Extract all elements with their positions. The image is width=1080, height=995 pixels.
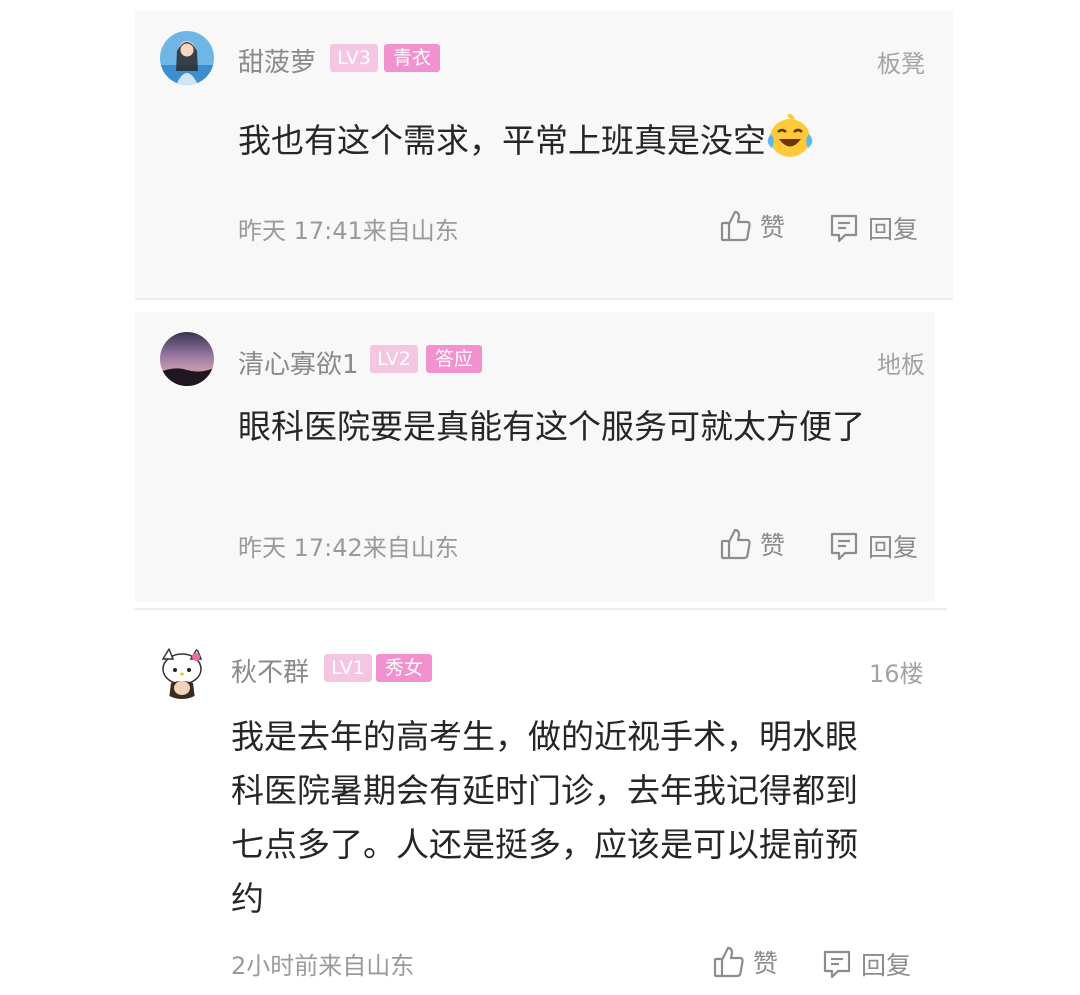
reply-button[interactable]: 回复 bbox=[828, 528, 918, 564]
floor-label: 板凳 bbox=[877, 50, 925, 78]
comment-text: 眼科医院要是真能有这个服务可就太方便了 bbox=[238, 407, 865, 446]
floor-label: 16楼 bbox=[869, 660, 924, 688]
reply-button[interactable]: 回复 bbox=[828, 210, 918, 246]
comment-divider bbox=[135, 298, 953, 300]
username[interactable]: 秋不群 bbox=[231, 652, 309, 689]
reply-label: 回复 bbox=[868, 215, 919, 244]
thumbs-up-icon bbox=[720, 528, 751, 560]
comment-timestamp: 昨天 17:41来自山东 bbox=[238, 217, 459, 245]
comment-bubble-icon bbox=[830, 532, 858, 561]
like-label: 赞 bbox=[753, 949, 779, 978]
comment-timestamp: 2小时前来自山东 bbox=[231, 952, 415, 980]
like-label: 赞 bbox=[760, 213, 786, 242]
title-badge: 答应 bbox=[426, 345, 482, 373]
reply-button[interactable]: 回复 bbox=[821, 946, 911, 982]
user-avatar[interactable] bbox=[155, 645, 209, 699]
level-badge: LV2 bbox=[370, 345, 418, 373]
reply-label: 回复 bbox=[861, 951, 912, 980]
like-label: 赞 bbox=[760, 531, 786, 560]
thumbs-up-icon bbox=[720, 210, 751, 242]
like-button[interactable]: 赞 bbox=[720, 208, 785, 244]
level-badge: LV1 bbox=[324, 654, 372, 682]
user-avatar[interactable] bbox=[160, 31, 214, 85]
username[interactable]: 清心寡欲1 bbox=[238, 344, 359, 381]
floor-label: 地板 bbox=[877, 351, 925, 379]
comment-timestamp: 昨天 17:42来自山东 bbox=[238, 534, 459, 562]
comment-bubble-icon bbox=[830, 214, 858, 243]
level-badge: LV3 bbox=[330, 44, 378, 72]
comment-text-content: 我也有这个需求，平常上班真是没空 bbox=[238, 121, 766, 160]
laughing-crying-emoji-icon bbox=[766, 113, 814, 176]
comment-bubble-icon bbox=[823, 950, 851, 979]
title-badge: 青衣 bbox=[384, 44, 440, 72]
comment-divider bbox=[135, 608, 947, 610]
reply-label: 回复 bbox=[868, 533, 919, 562]
title-badge: 秀女 bbox=[376, 654, 432, 682]
comment-text: 我也有这个需求，平常上班真是没空 bbox=[238, 113, 878, 176]
like-button[interactable]: 赞 bbox=[713, 944, 778, 980]
comment-text: 我是去年的高考生，做的近视手术，明水眼科医院暑期会有延时门诊，去年我记得都到七点… bbox=[231, 717, 858, 918]
user-avatar[interactable] bbox=[160, 332, 214, 386]
thumbs-up-icon bbox=[713, 946, 744, 978]
username[interactable]: 甜菠萝 bbox=[238, 42, 316, 79]
like-button[interactable]: 赞 bbox=[720, 526, 785, 562]
